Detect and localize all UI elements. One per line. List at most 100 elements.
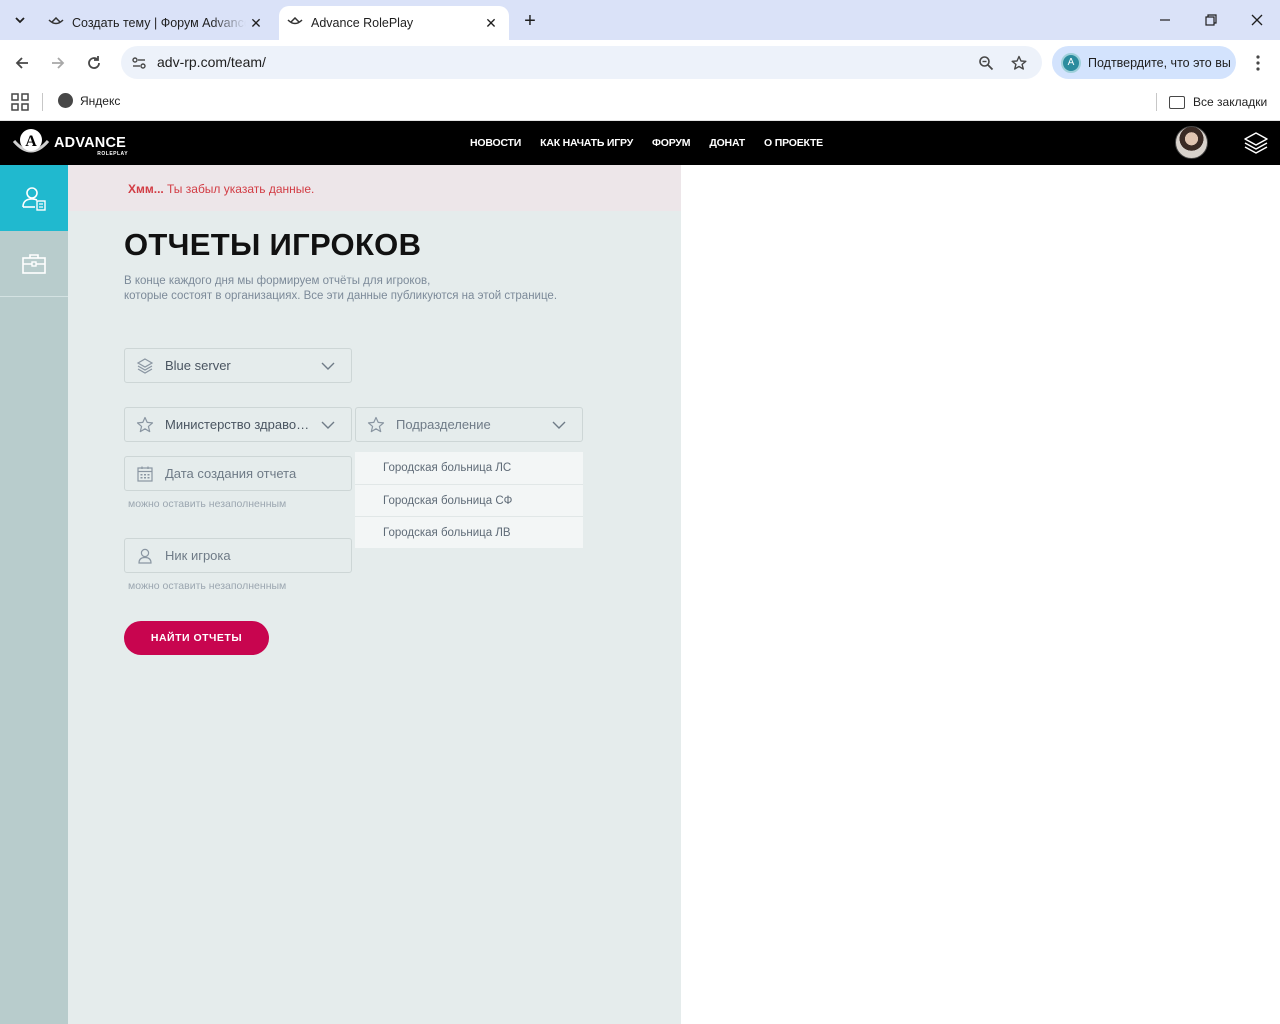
server-select-value: Blue server bbox=[165, 358, 231, 373]
nav-news[interactable]: НОВОСТИ bbox=[470, 137, 521, 149]
arrow-left-icon bbox=[15, 57, 28, 69]
url-text: adv-rp.com/team/ bbox=[157, 54, 266, 70]
zoom-icon[interactable] bbox=[976, 53, 996, 73]
date-hint: можно оставить незаполненным bbox=[128, 498, 287, 510]
restore-icon bbox=[1205, 14, 1217, 26]
page-description: В конце каждого дня мы формируем отчёты … bbox=[124, 274, 594, 304]
profile-chip-label: Подтвердите, что это вы bbox=[1088, 55, 1231, 70]
division-select[interactable]: Подразделение bbox=[355, 407, 583, 442]
bookmark-star-icon[interactable] bbox=[1009, 53, 1029, 73]
division-dropdown: Городская больница ЛС Городская больница… bbox=[355, 452, 583, 548]
more-vertical-icon bbox=[1256, 55, 1260, 71]
side-item-reports[interactable] bbox=[0, 165, 76, 231]
nav-about[interactable]: О ПРОЕКТЕ bbox=[764, 137, 823, 149]
division-option[interactable]: Городская больница ЛВ bbox=[355, 516, 583, 548]
tab-advance-roleplay[interactable]: Advance RolePlay ✕ bbox=[279, 6, 509, 40]
browser-tabbar: Создать тему | Форум Advance RolePlay ✕ … bbox=[0, 0, 1280, 40]
bookmark-yandex[interactable]: Яндекс bbox=[58, 93, 120, 108]
organization-select[interactable]: Министерство здравоохранения bbox=[124, 407, 352, 442]
back-button[interactable] bbox=[10, 51, 34, 75]
minimize-icon bbox=[1160, 19, 1170, 21]
report-date-placeholder: Дата создания отчета bbox=[165, 466, 297, 481]
user-report-icon bbox=[22, 187, 46, 211]
restore-button[interactable] bbox=[1196, 8, 1226, 32]
calendar-icon bbox=[135, 464, 155, 484]
profile-chip[interactable]: A Подтвердите, что это вы bbox=[1052, 46, 1236, 79]
nav-forum[interactable]: ФОРУМ bbox=[652, 137, 690, 149]
alert-message: Ты забыл указать данные. bbox=[167, 182, 315, 196]
close-icon bbox=[1251, 14, 1263, 26]
content-area bbox=[681, 165, 1280, 1024]
bookmarks-bar: Яндекс Все закладки bbox=[0, 85, 1280, 121]
nick-hint: можно оставить незаполненным bbox=[128, 580, 287, 592]
all-bookmarks-button[interactable]: Все закладки bbox=[1156, 93, 1267, 111]
globe-icon bbox=[58, 93, 73, 108]
logo-text: ADVANCE ROLEPLAY bbox=[54, 135, 128, 157]
folder-icon bbox=[1169, 95, 1185, 109]
alert-title: Хмм... bbox=[128, 182, 164, 196]
server-select[interactable]: Blue server bbox=[124, 348, 352, 383]
user-avatar[interactable] bbox=[1175, 126, 1208, 159]
bookmarks-divider bbox=[1156, 93, 1157, 111]
website: A ADVANCE ROLEPLAY НОВОСТИ КАК НАЧАТЬ ИГ… bbox=[0, 121, 1280, 1024]
address-bar[interactable]: adv-rp.com/team/ bbox=[121, 46, 1042, 79]
browser-toolbar: adv-rp.com/team/ A Подтвердите, что это … bbox=[0, 40, 1280, 85]
reload-button[interactable] bbox=[82, 51, 106, 75]
forward-button[interactable] bbox=[46, 51, 70, 75]
description-line: которые состоят в организациях. Все эти … bbox=[124, 290, 558, 302]
tab-forum[interactable]: Создать тему | Форум Advance RolePlay ✕ bbox=[40, 6, 274, 40]
close-window-button[interactable] bbox=[1242, 8, 1272, 32]
tab-title: Advance RolePlay bbox=[311, 16, 414, 30]
site-info-icon[interactable] bbox=[129, 53, 149, 73]
page-title: ОТЧЕТЫ ИГРОКОВ bbox=[124, 227, 422, 262]
bookmarks-divider bbox=[42, 93, 43, 111]
briefcase-icon bbox=[22, 253, 46, 274]
description-line: В конце каждого дня мы формируем отчёты … bbox=[124, 275, 431, 287]
player-nick-placeholder: Ник игрока bbox=[165, 548, 231, 563]
site-favicon-icon bbox=[48, 15, 64, 31]
browser-menu-button[interactable] bbox=[1248, 51, 1268, 75]
bookmark-label: Яндекс bbox=[80, 93, 121, 108]
nav-donate[interactable]: ДОНАТ bbox=[709, 137, 745, 149]
side-menu bbox=[0, 165, 76, 1024]
reload-icon bbox=[88, 56, 100, 69]
minimize-button[interactable] bbox=[1150, 8, 1180, 32]
division-option[interactable]: Городская больница ЛС bbox=[355, 452, 583, 484]
site-favicon-icon bbox=[287, 15, 303, 31]
site-logo[interactable]: A ADVANCE ROLEPLAY bbox=[12, 127, 128, 159]
star-icon bbox=[135, 415, 155, 435]
profile-avatar: A bbox=[1061, 52, 1081, 73]
logo-subtitle: ROLEPLAY bbox=[97, 151, 129, 157]
new-tab-button[interactable]: + bbox=[518, 9, 542, 33]
tab-title: Создать тему | Форум Advance RolePlay bbox=[72, 16, 246, 30]
tab-search-button[interactable] bbox=[7, 8, 33, 32]
star-icon bbox=[366, 415, 386, 435]
site-header: A ADVANCE ROLEPLAY НОВОСТИ КАК НАЧАТЬ ИГ… bbox=[0, 121, 1280, 165]
division-select-placeholder: Подразделение bbox=[396, 417, 491, 432]
chevron-down-icon bbox=[552, 421, 566, 429]
error-alert: Хмм... Ты забыл указать данные. bbox=[68, 165, 681, 211]
division-option[interactable]: Городская больница СФ bbox=[355, 484, 583, 516]
find-reports-button[interactable]: НАЙТИ ОТЧЕТЫ bbox=[124, 621, 269, 655]
organization-select-value: Министерство здравоохранения bbox=[165, 417, 313, 432]
close-icon[interactable]: ✕ bbox=[246, 13, 266, 33]
report-date-field[interactable]: Дата создания отчета bbox=[124, 456, 352, 491]
chevron-down-icon bbox=[321, 362, 335, 370]
apps-grid-icon[interactable] bbox=[11, 93, 29, 111]
chevron-down-icon bbox=[321, 421, 335, 429]
layers-icon bbox=[135, 356, 155, 376]
user-icon bbox=[135, 546, 155, 566]
side-item-organizations[interactable] bbox=[0, 231, 68, 297]
arrow-right-icon bbox=[52, 57, 65, 69]
svg-text:A: A bbox=[25, 133, 37, 150]
player-nick-field[interactable]: Ник игрока bbox=[124, 538, 352, 573]
layers-icon[interactable] bbox=[1243, 130, 1269, 156]
chevron-down-icon bbox=[15, 17, 25, 24]
advance-logo-icon: A bbox=[12, 129, 50, 153]
logo-title: ADVANCE bbox=[54, 135, 127, 151]
all-bookmarks-label: Все закладки bbox=[1193, 95, 1268, 109]
close-icon[interactable]: ✕ bbox=[481, 13, 501, 33]
nav-how-to-start[interactable]: КАК НАЧАТЬ ИГРУ bbox=[540, 137, 633, 149]
reports-panel: Хмм... Ты забыл указать данные. ОТЧЕТЫ И… bbox=[68, 165, 681, 1024]
main-nav: НОВОСТИ КАК НАЧАТЬ ИГРУ ФОРУМ ДОНАТ О ПР… bbox=[470, 137, 823, 149]
